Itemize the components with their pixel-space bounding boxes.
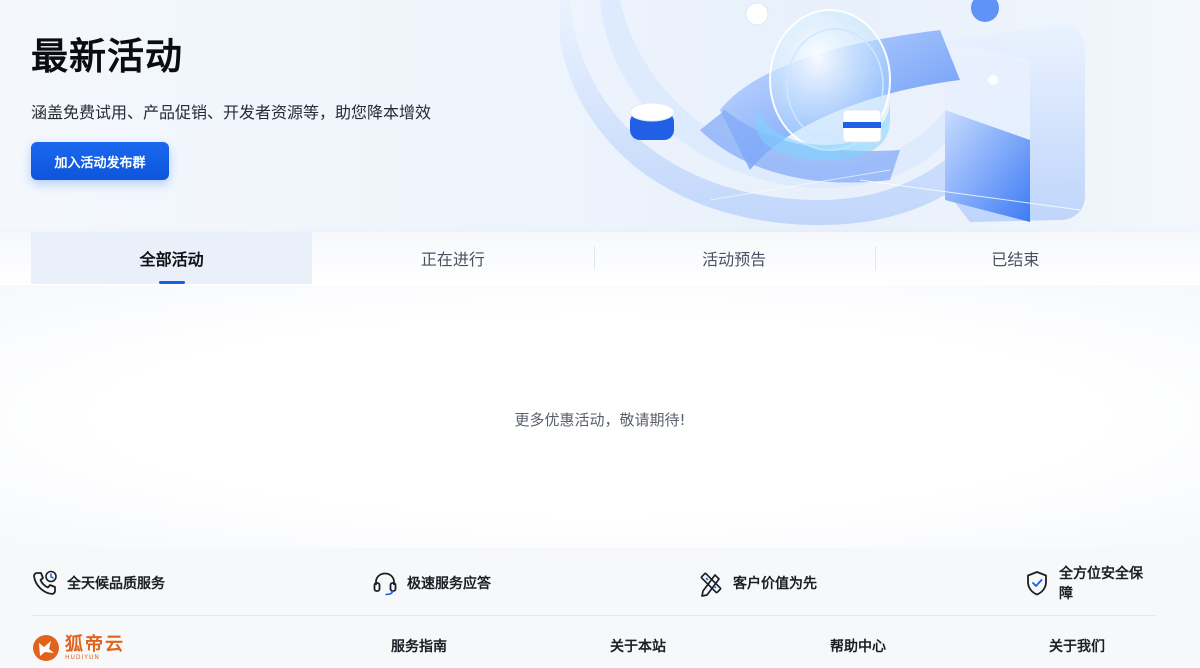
feature-label: 客户价值为先 [733, 576, 817, 592]
tab-ongoing[interactable]: 正在进行 [312, 232, 593, 284]
footer-link-about-site[interactable]: 关于本站 [610, 636, 666, 656]
activity-tabs: 全部活动 正在进行 活动预告 已结束 [31, 232, 1156, 284]
empty-state-message: 更多优惠活动，敬请期待! [514, 411, 686, 429]
headset-icon [371, 569, 399, 597]
hero-banner: 最新活动 涵盖免费试用、产品促销、开发者资源等，助您降本增效 加入活动发布群 [0, 0, 1200, 232]
activity-list-area: 更多优惠活动，敬请期待! [0, 285, 1200, 548]
tab-ended[interactable]: 已结束 [874, 232, 1156, 284]
feature-item: 客户价值为先 [697, 568, 817, 598]
hero-illustration [560, 0, 1085, 225]
feature-item: 全天候品质服务 [31, 568, 165, 598]
phone-clock-icon [31, 569, 59, 597]
footer-link-service-guide[interactable]: 服务指南 [391, 636, 447, 656]
service-features: 全天候品质服务 极速服务应答 客户价值为先 全方位安全保障 [31, 548, 1156, 616]
pencil-ruler-icon [697, 569, 725, 597]
tab-label: 正在进行 [420, 250, 485, 269]
feature-label: 全天候品质服务 [67, 576, 165, 592]
feature-label: 全方位安全保障 [1059, 566, 1143, 602]
logo-text: 狐帝云 [65, 633, 125, 655]
footer-link-about-us[interactable]: 关于我们 [1049, 636, 1105, 656]
tab-upcoming[interactable]: 活动预告 [593, 232, 875, 284]
tab-all-activities[interactable]: 全部活动 [31, 232, 313, 284]
active-tab-indicator [158, 281, 185, 284]
page-title: 最新活动 [31, 35, 183, 78]
page-subtitle: 涵盖免费试用、产品促销、开发者资源等，助您降本增效 [31, 103, 432, 122]
fox-logo-icon [33, 635, 59, 661]
tab-label: 已结束 [991, 250, 1040, 269]
site-logo[interactable]: 狐帝云 HUDIYUN [31, 632, 125, 664]
feature-item: 极速服务应答 [371, 568, 491, 598]
tab-label: 全部活动 [139, 250, 204, 269]
join-group-button[interactable]: 加入活动发布群 [31, 142, 169, 180]
footer: 全天候品质服务 极速服务应答 客户价值为先 全方位安全保障 狐帝云 HUDIYU… [0, 548, 1200, 668]
footer-link-help-center[interactable]: 帮助中心 [830, 636, 886, 656]
feature-label: 极速服务应答 [407, 576, 491, 592]
tab-label: 活动预告 [702, 250, 767, 269]
shield-check-icon [1023, 569, 1051, 597]
feature-item: 全方位安全保障 [1023, 566, 1156, 602]
logo-subtext: HUDIYUN [65, 653, 100, 661]
